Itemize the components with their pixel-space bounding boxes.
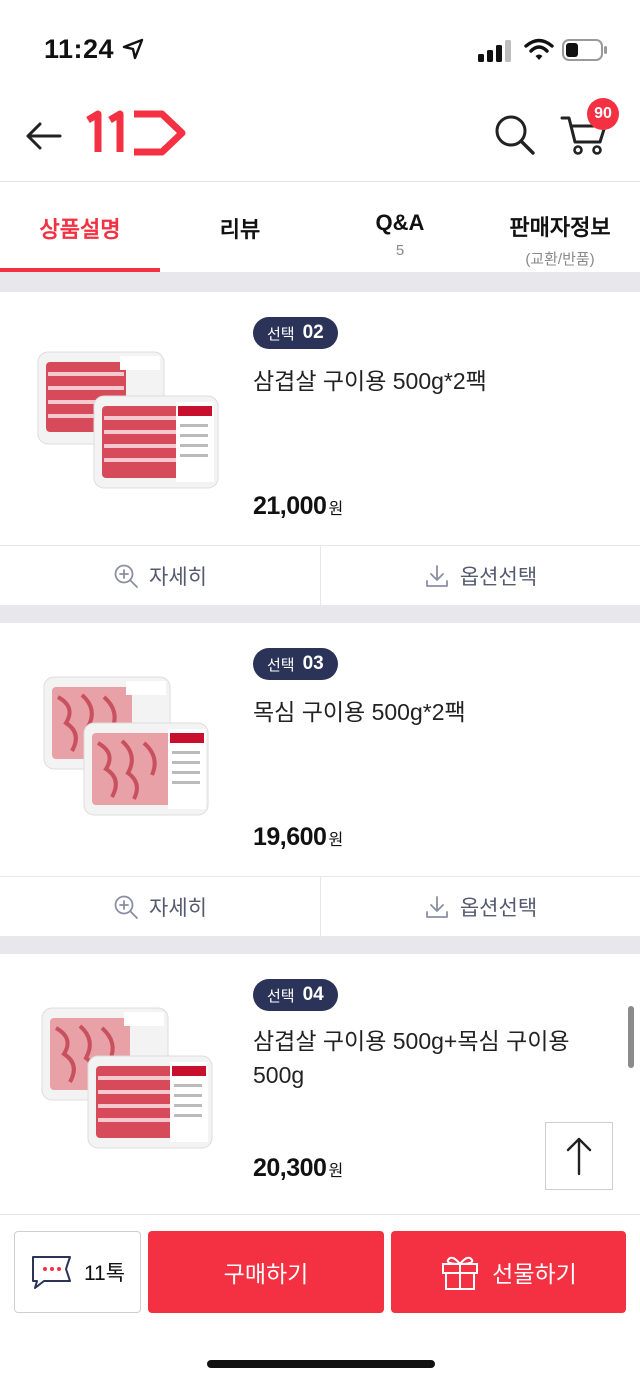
app-header <box>0 92 640 182</box>
option-select-button[interactable]: 옵션선택 <box>320 877 640 937</box>
buy-button[interactable]: 구매하기 <box>148 1231 384 1313</box>
tab-description[interactable]: 상품설명 <box>0 182 160 272</box>
tab-label: 판매자정보 <box>509 215 611 240</box>
search-icon[interactable] <box>492 112 536 156</box>
battery-icon <box>562 39 607 61</box>
tab-qna-count: 5 <box>395 242 405 259</box>
tab-seller-info[interactable]: 판매자정보 (교환/반품) <box>480 182 640 272</box>
arrow-up-icon <box>566 1137 592 1176</box>
scrollbar[interactable] <box>628 1006 634 1068</box>
gift-label: 선물하기 <box>492 1261 577 1287</box>
detail-label: 자세히 <box>149 566 207 589</box>
tab-label: Q&A <box>375 210 425 235</box>
price-unit: 원 <box>328 1163 343 1180</box>
status-time: 11:24 <box>44 34 115 64</box>
option-badge-label: 선택 <box>267 325 295 343</box>
detail-button[interactable]: 자세히 <box>0 877 320 937</box>
talk-label: 11톡 <box>83 1262 126 1285</box>
option-badge-number: 02 <box>302 322 324 343</box>
option-badge: 선택 04 <box>253 979 338 1011</box>
price-value: 21,000 <box>253 492 327 520</box>
bottom-action-bar: 11톡 구매하기 선물하기 <box>0 1214 640 1384</box>
option-badge-label: 선택 <box>267 656 295 674</box>
option-badge-number: 04 <box>302 984 324 1005</box>
option-badge-label: 선택 <box>267 987 295 1005</box>
option-select-label: 옵션선택 <box>459 897 538 920</box>
product-name: 삼겹살 구이용 500g*2팩 <box>253 368 487 394</box>
cellular-signal-icon <box>478 40 511 62</box>
product-name: 삼겹살 구이용 500g+목심 구이용 500g <box>253 1028 570 1088</box>
product-image[interactable] <box>36 344 222 494</box>
product-price: 20,300 원 <box>253 1154 343 1183</box>
product-tabs: 상품설명 리뷰 Q&A 5 판매자정보 (교환/반품) <box>0 182 640 272</box>
product-actions: 자세히 옵션선택 <box>0 876 640 937</box>
product-price: 21,000 원 <box>253 492 343 521</box>
price-value: 19,600 <box>253 823 327 851</box>
product-image[interactable] <box>36 673 222 823</box>
wifi-icon <box>524 38 554 60</box>
section-divider <box>0 605 640 623</box>
product-card: 선택 02 삼겹살 구이용 500g*2팩 21,000 원 자세히 옵션선택 <box>0 292 640 606</box>
cart-count-badge: 90 <box>587 98 619 130</box>
gift-icon <box>442 1256 479 1290</box>
talk-button[interactable]: 11톡 <box>14 1231 141 1313</box>
product-card: 선택 03 목심 구이용 500g*2팩 19,600 원 자세히 옵션선택 <box>0 623 640 937</box>
tab-label: 상품설명 <box>39 217 121 242</box>
11st-logo[interactable] <box>86 108 186 158</box>
chat-bubble-icon <box>31 1256 71 1289</box>
section-divider <box>0 936 640 954</box>
zoom-in-icon <box>114 564 138 588</box>
product-name: 목심 구이용 500g*2팩 <box>253 699 466 725</box>
scroll-to-top-button[interactable] <box>545 1122 613 1190</box>
product-actions: 자세히 옵션선택 <box>0 545 640 606</box>
section-divider <box>0 272 640 292</box>
price-unit: 원 <box>328 501 343 518</box>
tab-qna[interactable]: Q&A 5 <box>320 182 480 272</box>
product-card: 선택 04 삼겹살 구이용 500g+목심 구이용 500g 20,300 원 <box>0 954 640 1214</box>
location-arrow-icon <box>122 38 144 60</box>
price-value: 20,300 <box>253 1154 327 1182</box>
detail-button[interactable]: 자세히 <box>0 546 320 606</box>
buy-label: 구매하기 <box>223 1261 309 1287</box>
status-bar: 11:24 <box>0 0 640 92</box>
home-indicator <box>207 1360 435 1368</box>
price-unit: 원 <box>328 832 343 849</box>
gift-button[interactable]: 선물하기 <box>391 1231 626 1313</box>
download-icon <box>425 565 448 587</box>
back-arrow-icon[interactable] <box>24 116 64 156</box>
option-badge: 선택 02 <box>253 317 338 349</box>
option-select-button[interactable]: 옵션선택 <box>320 546 640 606</box>
option-badge-number: 03 <box>302 653 324 674</box>
product-image[interactable] <box>36 1004 222 1154</box>
detail-label: 자세히 <box>149 897 207 920</box>
option-select-label: 옵션선택 <box>459 566 538 589</box>
download-icon <box>425 896 448 918</box>
tab-seller-sub: (교환/반품) <box>525 251 595 268</box>
zoom-in-icon <box>114 895 138 919</box>
product-price: 19,600 원 <box>253 823 343 852</box>
tab-label: 리뷰 <box>219 217 261 242</box>
tab-reviews[interactable]: 리뷰 <box>160 182 320 272</box>
option-badge: 선택 03 <box>253 648 338 680</box>
